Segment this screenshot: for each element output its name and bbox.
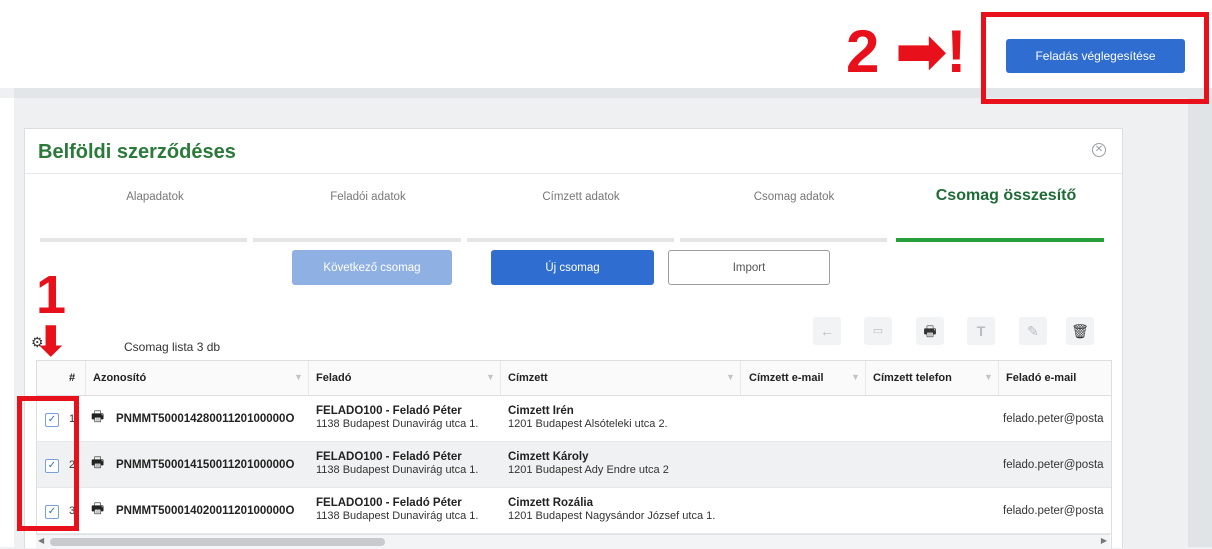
filter-icon[interactable]: ▼ <box>726 372 735 382</box>
arrow-down-icon: ⬇ <box>34 320 68 364</box>
scroll-right-icon[interactable]: ▶ <box>1101 536 1107 545</box>
next-package-button[interactable]: Következő csomag <box>292 250 452 285</box>
new-package-button[interactable]: Új csomag <box>491 250 654 285</box>
panel-divider <box>25 173 1122 174</box>
arrow-right-icon: ➡ <box>896 18 947 85</box>
scrollbar-thumb[interactable] <box>50 538 385 546</box>
column-divider <box>740 361 741 395</box>
row-id: PNMMT50001402001120100000O <box>116 505 295 517</box>
list-title: Csomag lista 3 db <box>124 340 221 354</box>
annotation-highlight-finalize <box>981 12 1209 104</box>
col-azonosito[interactable]: Azonosító <box>93 372 146 384</box>
sender-address: 1138 Budapest Dunavirág utca 1. <box>316 510 479 522</box>
close-icon[interactable]: ✕ <box>1092 143 1106 157</box>
recipient-name: Cimzett Rozália <box>508 497 593 509</box>
right-scroll-area <box>1188 98 1212 547</box>
filter-icon[interactable]: ▼ <box>851 372 860 382</box>
tab-alapadatok[interactable]: Alapadatok <box>55 191 255 203</box>
trash-icon[interactable]: 🗑 <box>1066 317 1094 345</box>
table-row[interactable]: ✓ 1 🖶 PNMMT50001428001120100000O FELADO1… <box>37 396 1111 442</box>
print-icon[interactable]: 🖶 <box>91 406 104 430</box>
row-id: PNMMT50001428001120100000O <box>116 413 295 425</box>
step-bar-1 <box>40 238 247 242</box>
edit-icon[interactable]: ✎ <box>1019 317 1047 345</box>
annotation-exclamation: ! <box>946 18 967 85</box>
tab-csomag-osszesito[interactable]: Csomag összesítő <box>906 187 1106 205</box>
sender-email: felado.peter@posta <box>1003 459 1104 471</box>
col-cimzett[interactable]: Címzett <box>508 372 548 384</box>
column-divider <box>500 361 501 395</box>
tab-feladoi-adatok[interactable]: Feladói adatok <box>268 191 468 203</box>
recipient-address: 1201 Budapest Alsóteleki utca 2. <box>508 418 668 430</box>
sender-email: felado.peter@posta <box>1003 413 1104 425</box>
sender-name: FELADO100 - Feladó Péter <box>316 497 462 509</box>
sender-address: 1138 Budapest Dunavirág utca 1. <box>316 464 479 476</box>
table-row[interactable]: ✓ 2 🖶 PNMMT50001415001120100000O FELADO1… <box>37 442 1111 488</box>
back-arrow-icon[interactable]: ← <box>813 317 841 345</box>
annotation-step-1: 1 ⬇ <box>34 265 68 364</box>
step-bar-4 <box>680 238 887 242</box>
recipient-name: Cimzett Károly <box>508 451 589 463</box>
recipient-address: 1201 Budapest Nagysándor József utca 1. <box>508 510 716 522</box>
tab-csomag-adatok[interactable]: Csomag adatok <box>694 191 894 203</box>
filter-icon[interactable]: ▼ <box>984 372 993 382</box>
col-number: # <box>69 372 76 384</box>
text-icon[interactable]: T <box>967 317 995 345</box>
scroll-left-icon[interactable]: ◀ <box>38 536 44 545</box>
col-felado-email[interactable]: Feladó e-mail <box>1006 372 1076 384</box>
row-id: PNMMT50001415001120100000O <box>116 459 295 471</box>
panel-title: Belföldi szerződéses <box>38 141 236 163</box>
print-icon[interactable]: 🖶 <box>91 498 104 522</box>
package-panel: Belföldi szerződéses ✕ Alapadatok Feladó… <box>24 128 1123 549</box>
column-divider <box>998 361 999 395</box>
left-margin <box>0 98 14 547</box>
package-table: # Azonosító ▼ Feladó ▼ Címzett ▼ Címzett… <box>36 360 1112 549</box>
recipient-name: Cimzett Irén <box>508 405 574 417</box>
column-divider <box>85 361 86 395</box>
tab-cimzett-adatok[interactable]: Címzett adatok <box>481 191 681 203</box>
sender-address: 1138 Budapest Dunavirág utca 1. <box>316 418 479 430</box>
card-icon[interactable]: ▭ <box>864 317 892 345</box>
col-felado[interactable]: Feladó <box>316 372 351 384</box>
step-bar-3 <box>467 238 674 242</box>
recipient-address: 1201 Budapest Ady Endre utca 2 <box>508 464 669 476</box>
filter-icon[interactable]: ▼ <box>294 372 303 382</box>
sender-name: FELADO100 - Feladó Péter <box>316 405 462 417</box>
column-divider <box>308 361 309 395</box>
step-bar-active <box>896 238 1104 242</box>
annotation-number-2: 2 <box>846 18 880 85</box>
sender-email: felado.peter@posta <box>1003 505 1104 517</box>
column-divider <box>865 361 866 395</box>
step-bar-2 <box>253 238 461 242</box>
annotation-step-2: 2 ➡! <box>846 22 966 82</box>
annotation-highlight-checkboxes <box>17 396 79 531</box>
col-cimzett-telefon[interactable]: Címzett telefon <box>873 372 952 384</box>
print-icon[interactable]: 🖶 <box>916 317 944 345</box>
table-row[interactable]: ✓ 3 🖶 PNMMT50001402001120100000O FELADO1… <box>37 488 1111 534</box>
col-cimzett-email[interactable]: Címzett e-mail <box>749 372 824 384</box>
annotation-number-1: 1 <box>36 265 67 325</box>
sender-name: FELADO100 - Feladó Péter <box>316 451 462 463</box>
import-button[interactable]: Import <box>668 250 830 285</box>
filter-icon[interactable]: ▼ <box>486 372 495 382</box>
print-icon[interactable]: 🖶 <box>91 452 104 476</box>
table-header: # Azonosító ▼ Feladó ▼ Címzett ▼ Címzett… <box>37 361 1111 396</box>
